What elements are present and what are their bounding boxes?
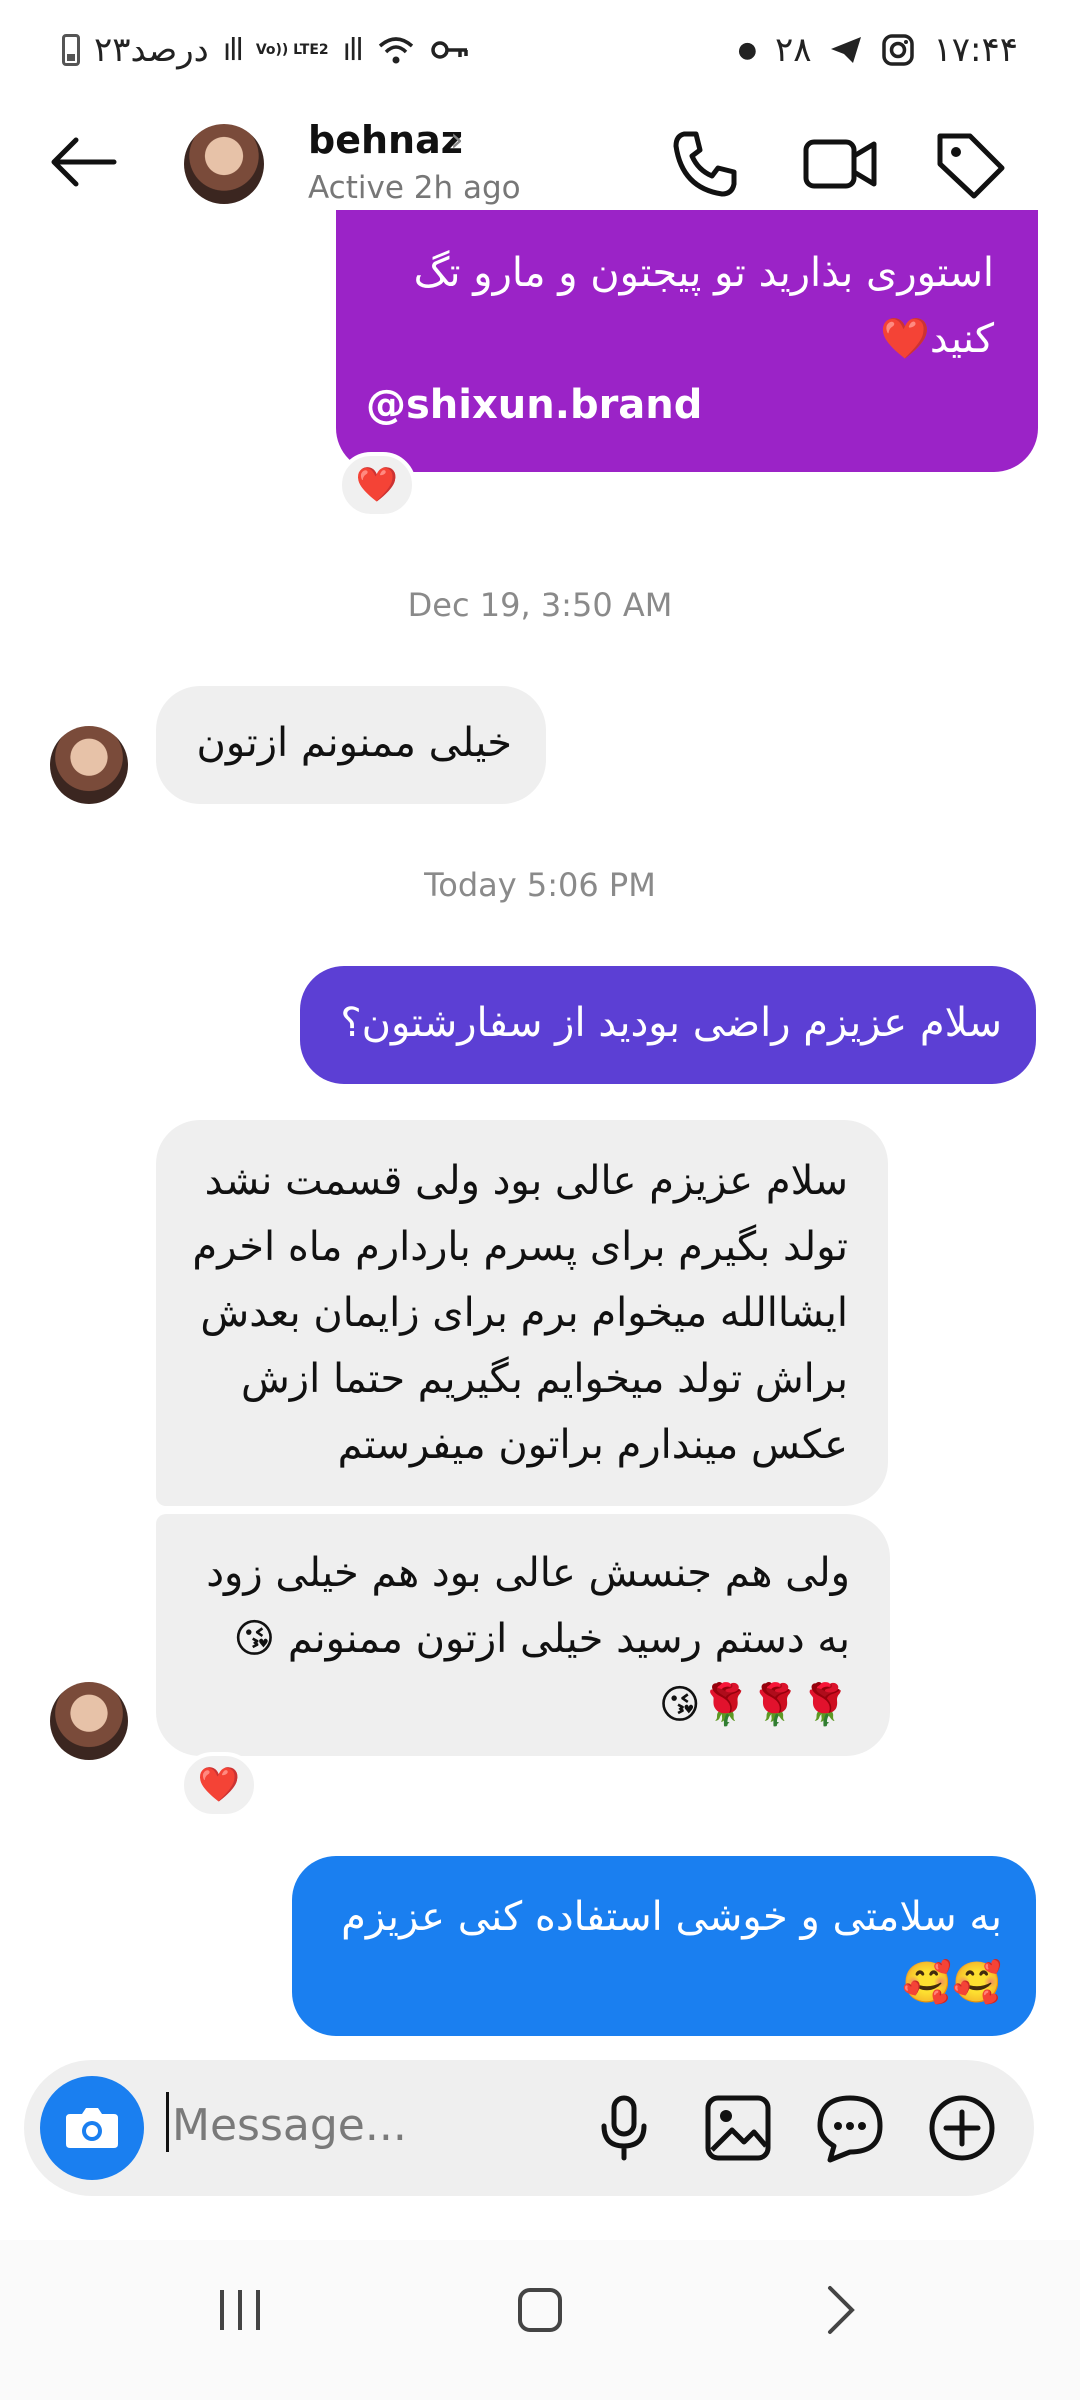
- chevron-right-icon[interactable]: ›: [450, 120, 464, 160]
- contact-status: Active 2h ago: [308, 170, 521, 206]
- message-input[interactable]: [170, 2084, 594, 2166]
- battery-icon: [62, 34, 80, 66]
- outgoing-message[interactable]: سلام عزیزم راضی بودید از سفارشتون؟: [300, 966, 1036, 1084]
- message-line: کنید❤️: [880, 316, 994, 362]
- timestamp: Dec 19, 3:50 AM: [407, 586, 673, 624]
- vpn-key-icon: [430, 41, 468, 59]
- text-cursor: [166, 2092, 169, 2152]
- chat-sticker-icon[interactable]: [812, 2090, 888, 2166]
- contact-avatar[interactable]: [184, 124, 264, 204]
- message-line: ولی هم جنسش عالی بود هم خیلی زود: [206, 1550, 850, 1596]
- message-line: 🌹🌹🌹😘: [658, 1682, 850, 1728]
- message-line: به دستم رسید خیلی ازتون ممنونم 😘: [233, 1616, 850, 1662]
- message-line: خیلی ممنونم ازتون: [196, 720, 512, 766]
- recent-apps-icon[interactable]: [200, 2270, 280, 2350]
- message-line: به سلامتی و خوشی استفاده کنی عزیزم: [341, 1894, 1002, 1940]
- network-label: Vo)) LTE2: [255, 42, 329, 58]
- timestamp: Today 5:06 PM: [424, 866, 656, 904]
- heart-reaction[interactable]: ❤️: [338, 452, 416, 518]
- signal-icon: ıll: [342, 32, 364, 68]
- incoming-message[interactable]: سلام عزیزم عالی بود ولی قسمت نشد تولد بگ…: [156, 1120, 888, 1506]
- sender-avatar[interactable]: [50, 1682, 128, 1760]
- video-camera-icon[interactable]: [800, 124, 880, 204]
- message-line: 🥰🥰: [902, 1960, 1002, 2006]
- message-line: براش تولد میخوایم بگیریم حتما ازش: [240, 1356, 848, 1402]
- message-line: عکس میندارم براتون میفرستم: [337, 1422, 848, 1468]
- camera-icon: [66, 2108, 118, 2148]
- status-right: ● ۲۸ ۱۷:۴۴: [738, 30, 1018, 70]
- incoming-message[interactable]: خیلی ممنونم ازتون: [156, 686, 546, 804]
- sender-avatar[interactable]: [50, 726, 128, 804]
- notification-dot-icon: ●: [737, 37, 757, 63]
- phone-icon[interactable]: [666, 124, 746, 204]
- wifi-icon: [378, 37, 413, 64]
- message-line: سلام عزیزم راضی بودید از سفارشتون؟: [340, 1000, 1002, 1046]
- battery-text: ۲۳درصد: [94, 30, 209, 70]
- tag-icon[interactable]: [930, 124, 1010, 204]
- status-bar: ۲۳درصد ıll Vo)) LTE2 ıll ● ۲۸ ۱۷:۴۴: [0, 0, 1080, 110]
- message-line: استوری بذارید تو پیجتون و مارو تگ: [413, 250, 994, 296]
- incoming-message[interactable]: ولی هم جنسش عالی بود هم خیلی زود به دستم…: [156, 1514, 890, 1756]
- contact-name[interactable]: behnaz: [308, 118, 463, 162]
- nav-back-icon[interactable]: [800, 2270, 880, 2350]
- outgoing-message[interactable]: به سلامتی و خوشی استفاده کنی عزیزم 🥰🥰: [292, 1856, 1036, 2036]
- status-date: ۲۸: [774, 30, 812, 70]
- back-arrow-icon[interactable]: [44, 122, 124, 202]
- message-line: ایشاالله میخوام برم برای زایمان بعدش: [200, 1290, 848, 1336]
- camera-button[interactable]: [40, 2076, 144, 2180]
- status-time: ۱۷:۴۴: [933, 30, 1018, 70]
- home-icon[interactable]: [500, 2270, 580, 2350]
- image-icon[interactable]: [700, 2090, 776, 2166]
- message-line: سلام عزیزم عالی بود ولی قسمت نشد: [204, 1158, 848, 1204]
- outgoing-message[interactable]: استوری بذارید تو پیجتون و مارو تگ کنید❤️…: [336, 210, 1038, 472]
- telegram-icon: [831, 37, 862, 63]
- plus-icon[interactable]: [924, 2090, 1000, 2166]
- instagram-icon: [882, 34, 915, 66]
- mention-link[interactable]: @shixun.brand: [366, 372, 994, 438]
- microphone-icon[interactable]: [586, 2090, 662, 2166]
- message-line: تولد بگیرم برای پسرم باردارم ماه اخرم: [192, 1224, 848, 1270]
- status-left: ۲۳درصد ıll Vo)) LTE2 ıll: [62, 30, 470, 70]
- heart-reaction[interactable]: ❤️: [180, 1752, 258, 1818]
- signal-icon: ıll: [222, 32, 244, 68]
